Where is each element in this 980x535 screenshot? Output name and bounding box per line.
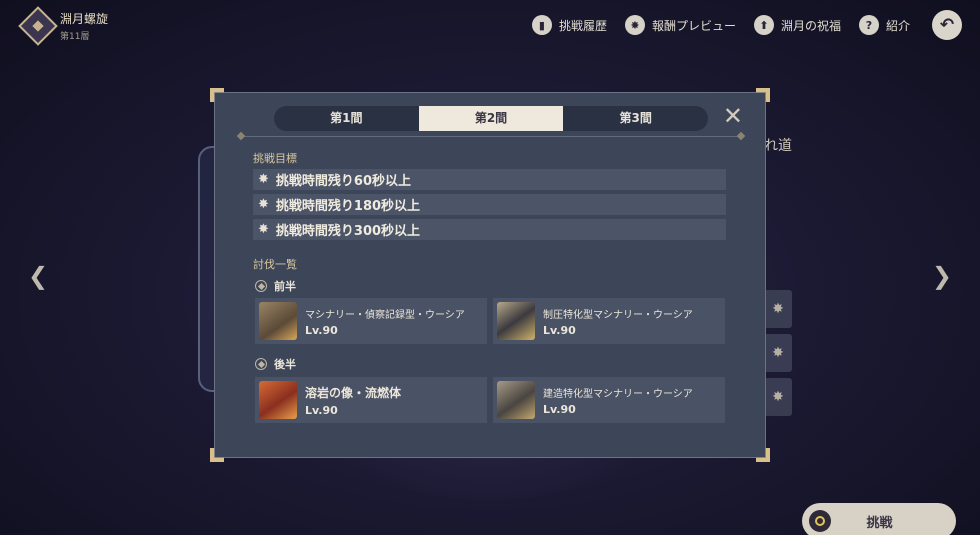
background-star-slot: ✸ (764, 378, 792, 416)
enemy-level: Lv.90 (305, 403, 338, 417)
enemy-level: Lv.90 (305, 323, 338, 337)
enemy-level: Lv.90 (543, 402, 576, 416)
top-nav: ▮ 挑戦履歴 ✸ 報酬プレビュー ⬆ 淵月の祝福 ? 紹介 ↶ (531, 10, 962, 40)
enemy-portrait (497, 381, 535, 419)
star-icon: ✸ (258, 222, 269, 237)
goal-item: ✸ 挑戦時間残り300秒以上 (253, 219, 726, 240)
tab-chamber-1[interactable]: 第1間 (274, 106, 419, 131)
enemy-name: マシナリー・偵察記録型・ウーシア (305, 309, 465, 321)
abyss-header: 淵月螺旋 第11層 (18, 6, 109, 46)
tab-chamber-3[interactable]: 第3間 (563, 106, 708, 131)
enemy-name: 制圧特化型マシナリー・ウーシア (543, 309, 693, 321)
enemy-card[interactable]: 溶岩の像・流燃体 Lv.90 (255, 377, 487, 423)
background-star-slot: ✸ (764, 334, 792, 372)
book-icon: ▮ (531, 15, 552, 35)
goal-item: ✸ 挑戦時間残り60秒以上 (253, 169, 726, 190)
enemy-card[interactable]: 制圧特化型マシナリー・ウーシア Lv.90 (493, 298, 725, 344)
blessing-button[interactable]: ⬆ 淵月の祝福 (753, 15, 841, 35)
close-icon[interactable]: ✕ (723, 103, 743, 129)
challenge-label: 挑戦 (866, 515, 893, 531)
goal-text: 挑戦時間残り300秒以上 (275, 224, 421, 239)
back-button[interactable]: ↶ (932, 10, 962, 40)
next-arrow-icon[interactable]: ❯ (932, 262, 952, 290)
enemies-title: 討伐一覧 (253, 258, 297, 271)
diamond-icon (255, 358, 267, 370)
star-icon: ✸ (258, 197, 269, 212)
reward-preview-label: 報酬プレビュー (651, 18, 736, 33)
second-half-enemies: 溶岩の像・流燃体 Lv.90 建造特化型マシナリー・ウーシア Lv.90 (255, 377, 725, 423)
second-half-label: 後半 (255, 356, 296, 372)
floor-label: 第11層 (60, 32, 90, 42)
tab-chamber-2[interactable]: 第2間 (418, 106, 564, 131)
goal-text: 挑戦時間残り60秒以上 (275, 174, 411, 189)
blessing-icon: ⬆ (753, 15, 774, 35)
help-icon: ? (858, 15, 879, 35)
abyss-title: 淵月螺旋 (60, 12, 109, 26)
reward-icon: ✸ (624, 15, 645, 35)
goal-list: ✸ 挑戦時間残り60秒以上 ✸ 挑戦時間残り180秒以上 ✸ 挑戦時間残り300… (253, 169, 726, 244)
enemy-card[interactable]: 建造特化型マシナリー・ウーシア Lv.90 (493, 377, 725, 423)
enemy-card[interactable]: マシナリー・偵察記録型・ウーシア Lv.90 (255, 298, 487, 344)
top-bar: 淵月螺旋 第11層 ▮ 挑戦履歴 ✸ 報酬プレビュー ⬆ 淵月の祝福 ? 紹介 … (0, 0, 980, 50)
first-half-text: 前半 (274, 280, 296, 293)
abyss-emblem-icon (18, 6, 58, 46)
challenge-history-label: 挑戦履歴 (558, 18, 607, 33)
blessing-label: 淵月の祝福 (780, 18, 841, 33)
challenge-history-button[interactable]: ▮ 挑戦履歴 (531, 15, 607, 35)
background-side-text: れ道 (764, 138, 792, 154)
reward-preview-button[interactable]: ✸ 報酬プレビュー (624, 15, 736, 35)
enemy-level: Lv.90 (543, 323, 576, 337)
enemy-portrait (497, 302, 535, 340)
chamber-detail-modal: 第1間 第2間 第3間 ✕ 挑戦目標 ✸ 挑戦時間残り60秒以上 ✸ 挑戦時間残… (210, 88, 766, 458)
enemy-portrait (259, 302, 297, 340)
corner-ornament (210, 448, 224, 462)
first-half-enemies: マシナリー・偵察記録型・ウーシア Lv.90 制圧特化型マシナリー・ウーシア L… (255, 298, 725, 344)
challenge-ring-icon (809, 510, 831, 532)
introduction-button[interactable]: ? 紹介 (858, 15, 910, 35)
enemy-name: 溶岩の像・流燃体 (305, 385, 402, 400)
star-icon: ✸ (258, 172, 269, 187)
chamber-tabs: 第1間 第2間 第3間 (274, 106, 708, 131)
goal-item: ✸ 挑戦時間残り180秒以上 (253, 194, 726, 215)
corner-ornament (756, 88, 770, 102)
challenge-button[interactable]: 挑戦 (802, 503, 956, 535)
previous-arrow-icon[interactable]: ❮ (28, 262, 48, 290)
second-half-text: 後半 (274, 358, 296, 371)
diamond-icon (255, 280, 267, 292)
introduction-label: 紹介 (885, 18, 910, 33)
goal-text: 挑戦時間残り180秒以上 (275, 199, 421, 214)
goals-title: 挑戦目標 (253, 152, 297, 165)
divider (241, 136, 741, 137)
enemy-name: 建造特化型マシナリー・ウーシア (543, 388, 693, 400)
corner-ornament (210, 88, 224, 102)
first-half-label: 前半 (255, 278, 296, 294)
corner-ornament (756, 448, 770, 462)
background-star-slot: ✸ (764, 290, 792, 328)
enemy-portrait (259, 381, 297, 419)
